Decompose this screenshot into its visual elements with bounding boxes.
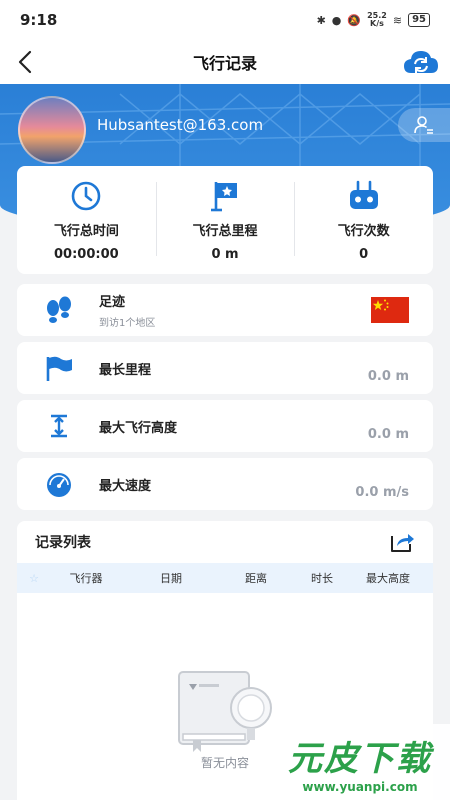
mute-icon: 🔕 (347, 13, 362, 27)
column-duration[interactable]: 时长 (291, 570, 353, 586)
column-date[interactable]: 日期 (121, 570, 221, 586)
net-speed-unit: K/s (370, 19, 384, 28)
profile-settings-button[interactable] (398, 108, 450, 142)
speedometer-icon (43, 468, 75, 500)
user-email: Hubsantest@163.com (97, 116, 264, 134)
max-speed-value: 0.0 m/s (355, 484, 409, 500)
watermark-url: www.yuanpi.com (302, 779, 418, 794)
column-aircraft[interactable]: 飞行器 (51, 570, 121, 586)
share-icon[interactable] (389, 530, 415, 554)
flag-icon (43, 352, 75, 384)
longest-distance-row[interactable]: 最长里程 0.0 m (17, 342, 433, 394)
wifi-icon: ≋ (392, 13, 403, 27)
watermark: 元皮下载 www.yuanpi.com (270, 724, 450, 800)
clock-icon (72, 181, 101, 211)
stat-flight-count: 飞行次数 0 (294, 166, 433, 274)
page-title: 飞行记录 (192, 54, 257, 73)
stat-label: 飞行总时间 (53, 224, 119, 239)
controller-icon (349, 180, 378, 209)
max-altitude-row[interactable]: 最大飞行高度 0.0 m (17, 400, 433, 452)
stats-card: 飞行总时间 00:00:00 飞行总里程 0 m 飞行次数 0 (17, 166, 433, 274)
cloud-sync-icon[interactable] (402, 46, 440, 78)
max-altitude-value: 0.0 m (367, 426, 409, 442)
status-bar: 9:18 ✱ ● 🔕 25.2 K/s ≋ 95 (0, 0, 450, 40)
stat-total-time: 飞行总时间 00:00:00 (17, 166, 156, 274)
footprint-title: 足迹 (99, 295, 126, 310)
altitude-icon (43, 410, 75, 442)
records-list-title: 记录列表 (35, 535, 91, 551)
stat-label: 飞行总里程 (192, 224, 258, 239)
status-time: 9:18 (20, 11, 58, 29)
star-icon[interactable]: ☆ (17, 572, 51, 585)
stat-total-distance: 飞行总里程 0 m (155, 166, 295, 274)
footprint-row[interactable]: 足迹 到访1个地区 (17, 284, 433, 336)
status-icons: ✱ ● 🔕 25.2 K/s ≋ 95 (317, 12, 430, 28)
footprint-subtitle: 到访1个地区 (99, 318, 156, 329)
flag-icon (211, 182, 237, 212)
records-list-header: 记录列表 (17, 521, 433, 563)
avatar[interactable] (18, 96, 86, 164)
china-flag (371, 297, 409, 323)
stat-value: 00:00:00 (54, 247, 119, 262)
max-speed-row[interactable]: 最大速度 0.0 m/s (17, 458, 433, 510)
stat-label: 飞行次数 (337, 224, 390, 239)
stat-value: 0 m (211, 247, 239, 262)
max-speed-title: 最大速度 (99, 478, 152, 494)
net-speed: 25.2 K/s (367, 12, 387, 28)
longest-distance-value: 0.0 m (367, 368, 409, 384)
stat-value: 0 (359, 247, 369, 262)
footprint-icon (43, 294, 75, 326)
location-icon: ● (331, 13, 342, 27)
nav-bar: 飞行记录 (0, 40, 450, 84)
empty-box-icon (178, 671, 272, 752)
user-settings-icon (414, 116, 433, 134)
longest-distance-title: 最长里程 (99, 362, 152, 378)
column-distance[interactable]: 距离 (221, 570, 291, 586)
max-altitude-title: 最大飞行高度 (99, 420, 178, 436)
column-max-altitude[interactable]: 最大高度 (353, 570, 423, 586)
chevron-left-icon[interactable] (12, 48, 40, 76)
records-column-header: ☆ 飞行器 日期 距离 时长 最大高度 (17, 563, 433, 593)
bluetooth-icon: ✱ (316, 13, 326, 27)
watermark-main: 元皮下载 (288, 738, 432, 779)
battery-indicator: 95 (408, 13, 430, 27)
